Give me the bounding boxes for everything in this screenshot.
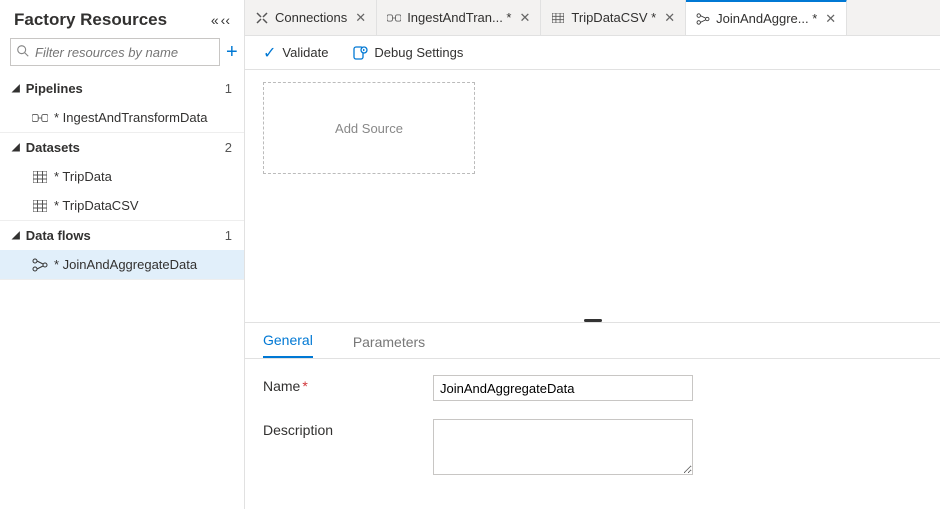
properties-panel: General Parameters Name* Description	[245, 322, 940, 509]
tree-group-pipelines: ◢ Pipelines 1 * IngestAndTransformData	[0, 74, 244, 133]
properties-body: Name* Description	[245, 359, 940, 509]
close-icon[interactable]: ✕	[662, 10, 675, 26]
chevron-left-icon: «	[211, 12, 219, 28]
tab-joinandaggregate[interactable]: JoinAndAggre... * ✕	[686, 0, 847, 35]
tree-group-header-pipelines[interactable]: ◢ Pipelines 1	[0, 74, 244, 103]
tab-tripdatacsv[interactable]: TripDataCSV * ✕	[541, 0, 686, 35]
add-resource-button[interactable]: +	[226, 41, 238, 64]
tree-group-count: 2	[225, 140, 232, 155]
tree-group-header-datasets[interactable]: ◢ Datasets 2	[0, 133, 244, 162]
connections-icon	[255, 11, 269, 25]
tree-item-label: * IngestAndTransformData	[54, 110, 207, 125]
properties-tab-general[interactable]: General	[263, 332, 313, 358]
tree-group-header-dataflows[interactable]: ◢ Data flows 1	[0, 221, 244, 250]
filter-row: +	[0, 38, 244, 74]
validate-button[interactable]: ✓ Validate	[263, 43, 328, 63]
close-icon[interactable]: ✕	[353, 10, 366, 26]
tree-item-label: * TripData	[54, 169, 112, 184]
filter-input[interactable]	[10, 38, 220, 66]
editor-tabs: Connections ✕ IngestAndTran... * ✕ TripD…	[245, 0, 940, 36]
dataflow-icon	[696, 12, 710, 26]
debug-settings-button[interactable]: Debug Settings	[352, 45, 463, 61]
property-row-description: Description	[263, 419, 922, 475]
tab-ingestandtransform[interactable]: IngestAndTran... * ✕	[377, 0, 541, 35]
tree-group-label: Data flows	[26, 228, 91, 243]
tab-label: IngestAndTran... *	[407, 10, 511, 25]
dataset-icon	[32, 171, 48, 183]
tree-item-label: * JoinAndAggregateData	[54, 257, 197, 272]
tree-group-label: Pipelines	[26, 81, 83, 96]
chevron-left-icon: ‹‹	[221, 12, 230, 28]
sidebar-title: Factory Resources	[14, 10, 167, 30]
checkmark-icon: ✓	[263, 43, 276, 63]
chevron-down-icon: ◢	[12, 230, 20, 241]
tree-group-label: Datasets	[26, 140, 80, 155]
resource-tree: ◢ Pipelines 1 * IngestAndTransformData ◢…	[0, 74, 244, 509]
tree-group-datasets: ◢ Datasets 2 * TripData * TripDataCSV	[0, 133, 244, 221]
tab-label: TripDataCSV *	[571, 10, 656, 25]
close-icon[interactable]: ✕	[518, 10, 531, 26]
search-icon	[16, 44, 30, 58]
property-label: Description	[263, 419, 433, 438]
sidebar: Factory Resources « ‹‹ + ◢ Pipelines 1	[0, 0, 245, 509]
dataset-icon	[551, 11, 565, 25]
tree-group-dataflows: ◢ Data flows 1 * JoinAndAggregateData	[0, 221, 244, 280]
chevron-down-icon: ◢	[12, 142, 20, 153]
button-label: Validate	[282, 45, 328, 60]
name-input[interactable]	[433, 375, 693, 401]
chevron-down-icon: ◢	[12, 83, 20, 94]
add-source-label: Add Source	[335, 121, 403, 136]
button-label: Debug Settings	[374, 45, 463, 60]
required-indicator: *	[302, 378, 307, 394]
pipeline-icon	[32, 112, 48, 124]
tree-item-joinandaggregatedata[interactable]: * JoinAndAggregateData	[0, 250, 244, 279]
tree-item-label: * TripDataCSV	[54, 198, 139, 213]
tab-label: JoinAndAggre... *	[716, 11, 817, 26]
collapse-sidebar-button[interactable]: « ‹‹	[211, 12, 230, 28]
tree-group-count: 1	[225, 228, 232, 243]
sidebar-header: Factory Resources « ‹‹	[0, 0, 244, 38]
dataset-icon	[32, 200, 48, 212]
main: Connections ✕ IngestAndTran... * ✕ TripD…	[245, 0, 940, 509]
description-input[interactable]	[433, 419, 693, 475]
tab-connections[interactable]: Connections ✕	[245, 0, 377, 35]
properties-tab-parameters[interactable]: Parameters	[353, 334, 425, 358]
close-icon[interactable]: ✕	[823, 11, 836, 27]
properties-tabs: General Parameters	[245, 323, 940, 359]
debug-icon	[352, 45, 368, 61]
toolbar: ✓ Validate Debug Settings	[245, 36, 940, 70]
tree-item-tripdata[interactable]: * TripData	[0, 162, 244, 191]
tab-label: Connections	[275, 10, 347, 25]
dataflow-canvas[interactable]: Add Source	[245, 70, 940, 318]
pipeline-icon	[387, 11, 401, 25]
property-row-name: Name*	[263, 375, 922, 401]
add-source-button[interactable]: Add Source	[263, 82, 475, 174]
tree-item-tripdatacsv[interactable]: * TripDataCSV	[0, 191, 244, 220]
tree-item-ingestandtransformdata[interactable]: * IngestAndTransformData	[0, 103, 244, 132]
tree-group-count: 1	[225, 81, 232, 96]
property-label: Name*	[263, 375, 433, 394]
dataflow-icon	[32, 258, 48, 272]
